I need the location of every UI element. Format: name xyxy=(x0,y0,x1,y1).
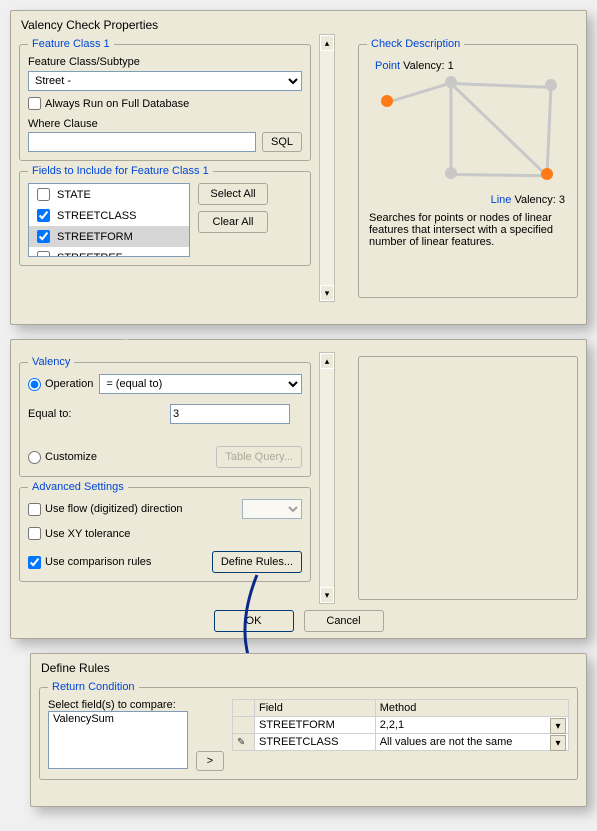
left-panel-scrollbar[interactable]: ▴ ▾ xyxy=(319,352,335,604)
field-label: STATE xyxy=(57,189,91,201)
check-description-text: Searches for points or nodes of linear f… xyxy=(367,212,569,248)
diagram-edge xyxy=(451,82,551,89)
scroll-down-icon[interactable]: ▾ xyxy=(320,587,334,603)
row-header xyxy=(233,717,255,734)
fields-listbox[interactable]: STATE STREETCLASS STREETFORM STREETREF xyxy=(28,183,190,257)
list-item[interactable]: STREETFORM xyxy=(29,226,189,247)
return-condition-group: Return Condition Select field(s) to comp… xyxy=(39,681,578,780)
diagram-edge xyxy=(450,82,548,176)
feature-class-group: Feature Class 1 Feature Class/Subtype St… xyxy=(19,38,311,161)
torn-edge-icon xyxy=(11,336,586,350)
operation-combo[interactable]: = (equal to) xyxy=(99,374,302,394)
right-empty-panel xyxy=(358,356,578,600)
cancel-button[interactable]: Cancel xyxy=(304,610,384,632)
cell-field[interactable]: STREETCLASS xyxy=(255,734,376,751)
list-item[interactable]: STREETREF xyxy=(29,247,189,257)
valency-group: Valency Operation = (equal to) Equal to: xyxy=(19,356,311,477)
valency-check-dialog-bottom: Valency Operation = (equal to) Equal to: xyxy=(10,339,587,639)
field-checkbox[interactable] xyxy=(37,251,50,257)
diagram-node xyxy=(445,76,457,88)
flow-direction-combo xyxy=(242,499,302,519)
pencil-icon xyxy=(233,734,255,751)
equal-to-input[interactable] xyxy=(170,404,290,424)
field-checkbox[interactable] xyxy=(37,188,50,201)
valency-legend: Valency xyxy=(28,356,74,368)
return-condition-legend: Return Condition xyxy=(48,681,139,693)
operation-radio[interactable]: Operation xyxy=(28,378,93,391)
equal-to-label: Equal to: xyxy=(28,408,108,420)
subtype-label: Feature Class/Subtype xyxy=(28,56,302,68)
check-description-group: Check Description Point Valency: 1Line V… xyxy=(358,38,578,298)
point-valency-label: Point Valency: 1 xyxy=(375,60,454,72)
list-item[interactable]: STATE xyxy=(29,184,189,205)
torn-edge-icon xyxy=(15,302,582,320)
define-rules-title: Define Rules xyxy=(35,658,582,677)
table-row[interactable]: STREETFORM2,2,1 xyxy=(233,717,569,734)
diagram-edge xyxy=(451,173,547,177)
subtype-combo[interactable]: Street - xyxy=(28,71,302,91)
diagram-edge xyxy=(387,82,452,104)
scroll-up-icon[interactable]: ▴ xyxy=(320,353,334,369)
diagram-node xyxy=(381,95,393,107)
define-rules-dialog: Define Rules Return Condition Select fie… xyxy=(30,653,587,807)
move-right-button[interactable]: > xyxy=(196,751,224,771)
diagram-node xyxy=(541,168,553,180)
diagram-edge xyxy=(546,87,553,176)
cell-method[interactable]: All values are not the same xyxy=(375,734,568,751)
advanced-settings-legend: Advanced Settings xyxy=(28,481,128,493)
scroll-down-icon[interactable]: ▾ xyxy=(320,285,334,301)
valency-check-dialog-top: Valency Check Properties Feature Class 1… xyxy=(10,10,587,325)
table-query-button: Table Query... xyxy=(216,446,302,468)
define-rules-button[interactable]: Define Rules... xyxy=(212,551,302,573)
list-item[interactable]: STREETCLASS xyxy=(29,205,189,226)
valency-diagram: Point Valency: 1Line Valency: 3 xyxy=(371,62,565,202)
customize-radio[interactable]: Customize xyxy=(28,451,97,464)
fields-include-group: Fields to Include for Feature Class 1 ST… xyxy=(19,165,311,266)
feature-class-legend: Feature Class 1 xyxy=(28,38,114,50)
field-checkbox[interactable] xyxy=(37,209,50,222)
field-checkbox[interactable] xyxy=(37,230,50,243)
dialog-title: Valency Check Properties xyxy=(15,15,582,34)
sql-button[interactable]: SQL xyxy=(262,132,302,152)
use-flow-checkbox[interactable]: Use flow (digitized) direction xyxy=(28,503,183,516)
select-fields-label: Select field(s) to compare: xyxy=(48,699,188,711)
fields-include-legend: Fields to Include for Feature Class 1 xyxy=(28,165,213,177)
table-row[interactable]: STREETCLASSAll values are not the same xyxy=(233,734,569,751)
cell-field[interactable]: STREETFORM xyxy=(255,717,376,734)
field-label: STREETCLASS xyxy=(57,210,136,222)
use-xy-checkbox[interactable]: Use XY tolerance xyxy=(28,527,130,540)
compare-fields-listbox[interactable]: ValencySum xyxy=(48,711,188,769)
col-field[interactable]: Field xyxy=(255,700,376,717)
scroll-up-icon[interactable]: ▴ xyxy=(320,35,334,51)
diagram-edge xyxy=(450,83,453,174)
where-clause-label: Where Clause xyxy=(28,118,302,130)
select-all-button[interactable]: Select All xyxy=(198,183,268,205)
diagram-node xyxy=(445,167,457,179)
diagram-node xyxy=(545,79,557,91)
torn-edge-icon xyxy=(35,784,582,802)
use-comparison-checkbox[interactable]: Use comparison rules xyxy=(28,556,151,569)
ok-button[interactable]: OK xyxy=(214,610,294,632)
where-clause-input[interactable] xyxy=(28,132,256,152)
col-method[interactable]: Method xyxy=(375,700,568,717)
field-label: STREETREF xyxy=(57,252,122,258)
cell-method[interactable]: 2,2,1 xyxy=(375,717,568,734)
clear-all-button[interactable]: Clear All xyxy=(198,211,268,233)
rules-grid[interactable]: Field Method STREETFORM2,2,1STREETCLASSA… xyxy=(232,699,569,751)
check-description-legend: Check Description xyxy=(367,38,464,50)
grid-corner xyxy=(233,700,255,717)
list-item[interactable]: ValencySum xyxy=(49,712,187,726)
field-label: STREETFORM xyxy=(57,231,133,243)
left-panel-scrollbar[interactable]: ▴ ▾ xyxy=(319,34,335,302)
always-run-checkbox[interactable]: Always Run on Full Database xyxy=(28,97,189,110)
line-valency-label: Line Valency: 3 xyxy=(491,194,565,206)
advanced-settings-group: Advanced Settings Use flow (digitized) d… xyxy=(19,481,311,582)
